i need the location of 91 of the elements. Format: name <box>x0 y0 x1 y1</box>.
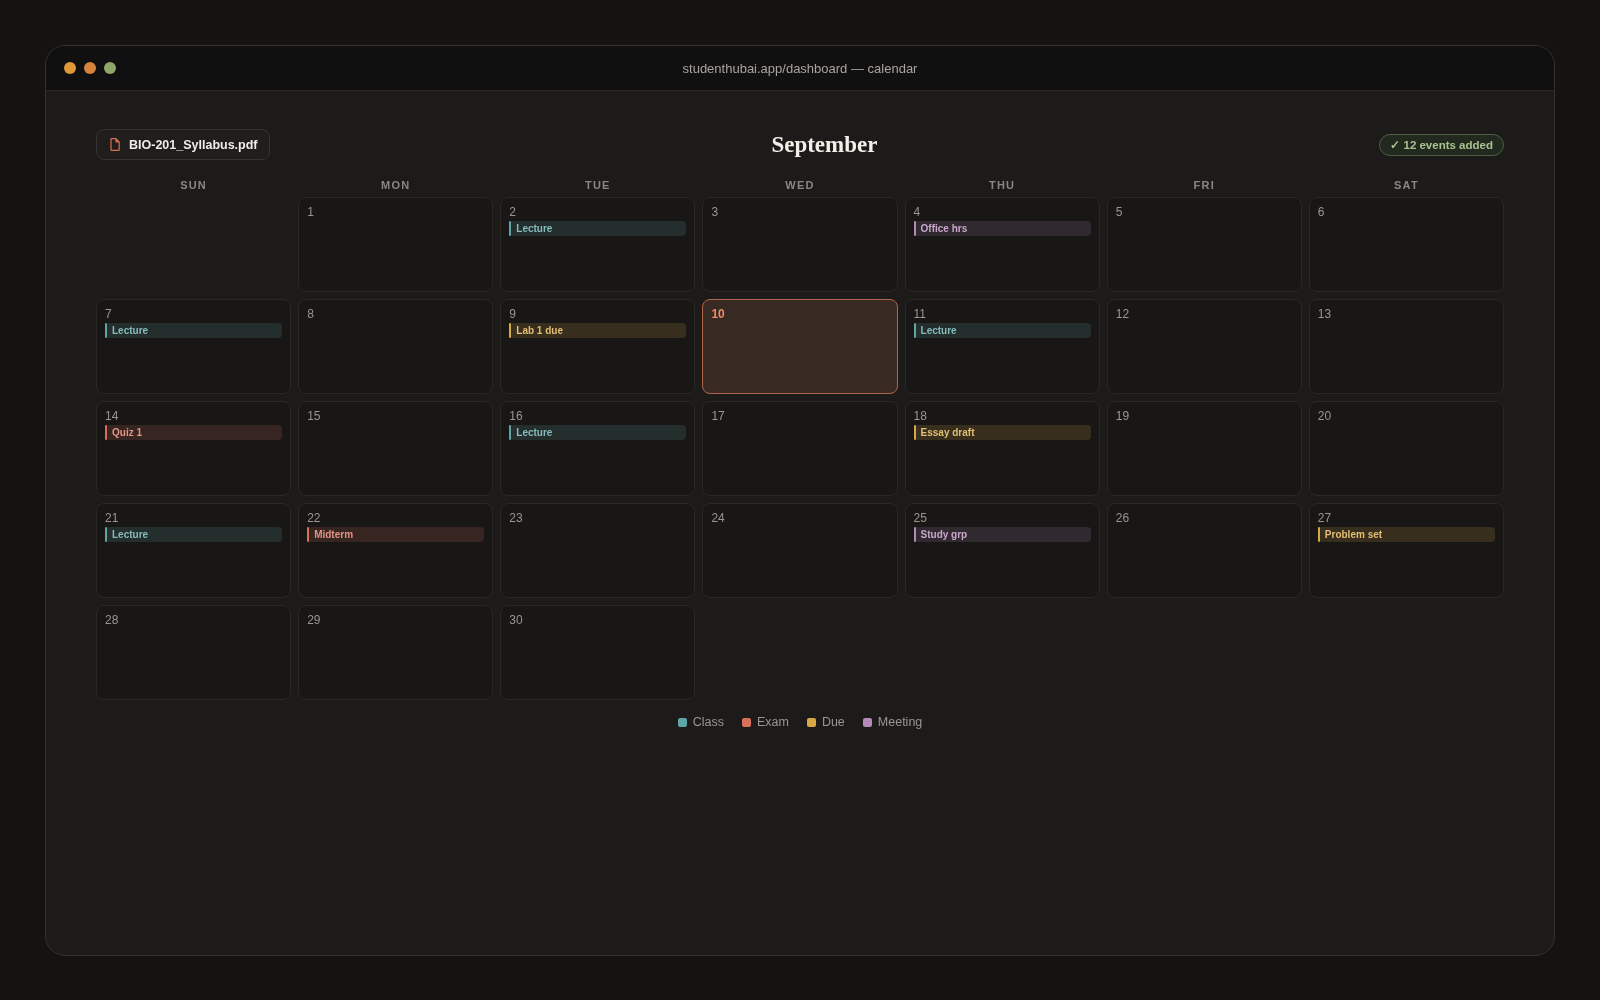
document-icon <box>110 138 120 151</box>
event-chip[interactable]: Office hrs <box>913 221 1091 236</box>
event-chip[interactable]: Quiz 1 <box>105 425 283 440</box>
calendar-day-cell[interactable]: 13 <box>1308 299 1504 394</box>
day-number: 12 <box>1115 307 1130 321</box>
today-day-cell[interactable]: 10 <box>702 299 898 394</box>
event-chip[interactable]: Lecture <box>509 425 687 440</box>
calendar-day-cell[interactable]: 18 Essay draft <box>904 401 1100 496</box>
day-number: 1 <box>307 205 314 219</box>
calendar-day-cell[interactable]: 29 <box>298 605 494 700</box>
month-title: September <box>771 131 878 158</box>
event-chip[interactable]: Lecture <box>105 323 283 338</box>
day-number: 3 <box>711 205 719 219</box>
event-chip[interactable]: Lecture <box>913 323 1091 338</box>
calendar-day-cell[interactable]: 4 Office hrs <box>904 197 1100 292</box>
window-close-icon[interactable] <box>64 62 76 74</box>
calendar-day-cell[interactable]: 17 <box>702 401 898 496</box>
calendar-day-cell[interactable]: 2 Lecture <box>500 197 696 292</box>
calendar-day-cell[interactable]: 20 <box>1308 401 1504 496</box>
event-chip[interactable]: Lecture <box>105 527 283 542</box>
legend-label: Meeting <box>877 715 923 730</box>
day-number: 19 <box>1115 409 1130 423</box>
day-number: 20 <box>1317 409 1332 423</box>
calendar-day-cell[interactable]: 24 <box>702 503 898 598</box>
legend-label: Class <box>692 715 724 730</box>
day-number: 29 <box>307 613 321 627</box>
event-chip[interactable]: Study grp <box>913 527 1091 542</box>
legend-label: Due <box>821 715 845 730</box>
day-number: 21 <box>105 511 119 525</box>
weekday-label: MON <box>381 179 411 192</box>
calendar-day-cell[interactable]: 28 <box>96 605 292 700</box>
day-number: 24 <box>711 511 725 525</box>
weekday-label: SAT <box>1394 179 1419 192</box>
window-zoom-icon[interactable] <box>104 62 116 74</box>
calendar-day-cell[interactable]: 25 Study grp <box>904 503 1100 598</box>
calendar-day-cell[interactable]: 27 Problem set <box>1308 503 1504 598</box>
day-number: 23 <box>509 511 523 525</box>
calendar-day-cell[interactable]: 19 <box>1106 401 1302 496</box>
calendar-day-cell[interactable]: 21 Lecture <box>96 503 292 598</box>
calendar-day-cell[interactable]: 15 <box>298 401 494 496</box>
day-number: 17 <box>711 409 725 423</box>
day-number: 4 <box>913 205 921 219</box>
event-chip[interactable]: Lab 1 due <box>509 323 687 338</box>
day-number: 13 <box>1317 307 1332 321</box>
day-number: 7 <box>105 307 112 321</box>
event-chip[interactable]: Problem set <box>1317 527 1495 542</box>
day-number: 18 <box>913 409 927 423</box>
calendar-day-cell[interactable]: 22 Midterm <box>298 503 494 598</box>
calendar-day-cell[interactable]: 26 <box>1106 503 1302 598</box>
events-added-badge: ✓ 12 events added <box>1379 133 1504 156</box>
day-number: 22 <box>307 511 321 525</box>
weekday-label: WED <box>785 179 815 192</box>
calendar-day-cell[interactable]: 1 <box>298 197 494 292</box>
legend-label: Exam <box>756 715 789 730</box>
day-number: 28 <box>105 613 119 627</box>
day-number: 30 <box>509 613 523 627</box>
day-number: 15 <box>307 409 321 423</box>
calendar-day-cell[interactable]: 11 Lecture <box>904 299 1100 394</box>
file-button[interactable]: BIO-201_Syllabus.pdf <box>96 129 270 160</box>
calendar-day-cell[interactable]: 30 <box>500 605 696 700</box>
calendar-day-cell[interactable]: 6 <box>1308 197 1504 292</box>
calendar-day-cell[interactable]: 16 Lecture <box>500 401 696 496</box>
event-chip[interactable]: Midterm <box>307 527 485 542</box>
day-number: 11 <box>913 307 927 321</box>
day-number: 6 <box>1317 205 1325 219</box>
window-title: studenthubai.app/dashboard — calendar <box>682 60 918 76</box>
calendar-day-cell[interactable]: 5 <box>1106 197 1302 292</box>
day-number: 2 <box>509 205 516 219</box>
window-minimize-icon[interactable] <box>84 62 96 74</box>
weekday-label: TUE <box>585 179 611 192</box>
calendar-day-cell[interactable]: 23 <box>500 503 696 598</box>
day-number: 16 <box>509 409 523 423</box>
weekday-label: THU <box>989 179 1016 192</box>
day-number: 10 <box>711 307 725 321</box>
weekday-label: SUN <box>180 179 207 192</box>
calendar-day-cell[interactable]: 8 <box>298 299 494 394</box>
calendar-day-cell[interactable]: 7 Lecture <box>96 299 292 394</box>
day-number: 9 <box>509 307 516 321</box>
day-number: 14 <box>105 409 119 423</box>
day-number: 27 <box>1317 511 1332 525</box>
event-chip[interactable]: Essay draft <box>913 425 1091 440</box>
calendar-day-cell[interactable]: 14 Quiz 1 <box>96 401 292 496</box>
day-number: 8 <box>307 307 314 321</box>
day-number: 26 <box>1115 511 1130 525</box>
calendar-day-cell[interactable]: 9 Lab 1 due <box>500 299 696 394</box>
event-chip[interactable]: Lecture <box>509 221 687 236</box>
day-number: 5 <box>1115 205 1123 219</box>
day-number: 25 <box>913 511 927 525</box>
weekday-label: FRI <box>1193 179 1215 192</box>
calendar-day-cell[interactable]: 12 <box>1106 299 1302 394</box>
calendar-day-cell[interactable]: 3 <box>702 197 898 292</box>
